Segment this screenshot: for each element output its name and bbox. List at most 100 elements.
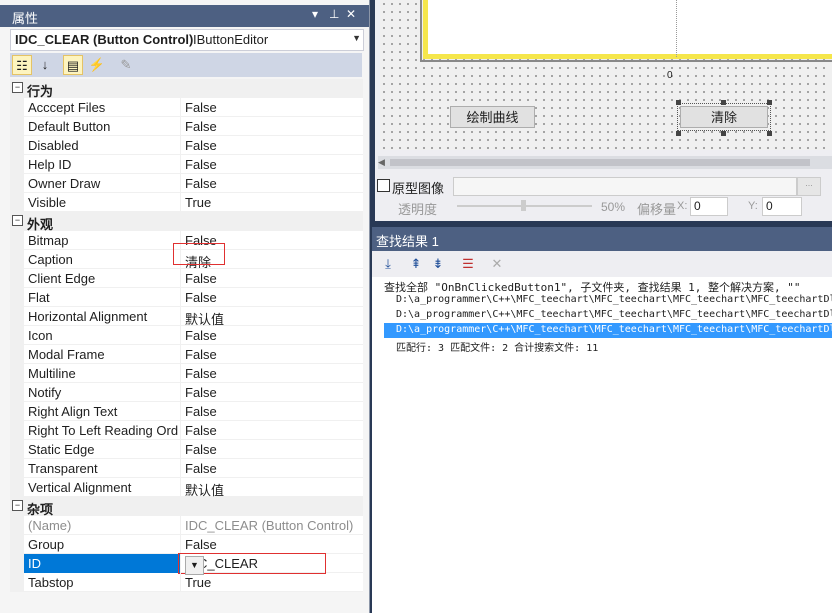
property-value-cell[interactable]: IDC_CLEAR (Button Control) xyxy=(180,516,364,535)
horizontal-scrollbar[interactable]: ◀ xyxy=(378,156,832,169)
scrollbar-thumb[interactable] xyxy=(390,159,810,166)
resize-handle[interactable] xyxy=(767,131,772,136)
resize-handle[interactable] xyxy=(676,100,681,105)
clear-all-icon[interactable]: ☰ xyxy=(458,254,478,274)
categorized-icon[interactable]: ☷ xyxy=(12,55,32,75)
find-results-list: 查找全部 "OnBnClickedButton1", 子文件夹, 查找结果 1,… xyxy=(372,277,832,357)
scroll-left-icon[interactable]: ◀ xyxy=(378,157,385,168)
property-row[interactable]: Owner Draw False xyxy=(10,174,363,193)
property-value-cell[interactable]: False xyxy=(180,98,364,117)
property-value-cell[interactable]: True xyxy=(180,193,364,212)
property-row[interactable]: ID IDC_CLEAR ▼ xyxy=(10,553,364,575)
property-value-cell[interactable]: False xyxy=(180,364,364,383)
next-result-icon[interactable]: ⇟ xyxy=(428,254,448,274)
property-row[interactable]: (Name) IDC_CLEAR (Button Control) xyxy=(10,516,363,535)
original-image-checkbox[interactable] xyxy=(377,179,390,192)
collapse-icon[interactable]: − xyxy=(12,215,23,226)
properties-title: 属性 xyxy=(12,11,39,26)
property-row[interactable]: Tabstop True xyxy=(10,573,363,592)
property-value-cell[interactable]: False xyxy=(180,174,364,193)
property-value-cell[interactable]: False xyxy=(180,421,364,440)
property-value-cell[interactable]: False xyxy=(180,136,364,155)
property-value-cell[interactable]: False xyxy=(180,269,364,288)
resize-handle[interactable] xyxy=(676,131,681,136)
property-category[interactable]: − 杂项 xyxy=(10,497,363,517)
browse-button[interactable]: ... xyxy=(797,177,821,196)
collapse-icon[interactable]: − xyxy=(12,82,23,93)
property-row[interactable]: Help ID False xyxy=(10,155,363,174)
property-row[interactable]: Group False xyxy=(10,535,363,554)
property-row[interactable]: Icon False xyxy=(10,326,363,345)
goto-location-icon[interactable]: ⤓ xyxy=(378,254,398,274)
row-gutter xyxy=(10,421,24,440)
property-row[interactable]: Disabled False xyxy=(10,136,363,155)
slider-thumb[interactable] xyxy=(521,200,526,211)
property-value-cell[interactable]: 清除 xyxy=(173,243,364,270)
dialog-design-surface: 0 绘制曲线 清除 xyxy=(380,0,832,150)
property-value-cell[interactable]: False xyxy=(180,535,364,554)
property-row[interactable]: Right Align Text False xyxy=(10,402,363,421)
previous-result-icon[interactable]: ⇞ xyxy=(406,254,426,274)
property-value-cell[interactable]: True xyxy=(180,573,364,592)
offset-label: 偏移量 xyxy=(637,202,677,217)
property-value-cell[interactable]: 默认值 xyxy=(180,307,364,327)
property-row[interactable]: Flat False xyxy=(10,288,363,307)
property-category[interactable]: − 行为 xyxy=(10,79,363,99)
stop-find-icon[interactable]: ✕ xyxy=(487,254,507,274)
property-value-cell[interactable]: False xyxy=(180,288,364,307)
property-row[interactable]: Transparent False xyxy=(10,459,363,478)
draw-curve-button[interactable]: 绘制曲线 xyxy=(450,106,535,128)
property-value-cell[interactable]: False xyxy=(180,345,364,364)
offset-y-input[interactable]: 0 xyxy=(762,197,802,216)
result-line[interactable]: D:\a_programmer\C++\MFC_teechart\MFC_tee… xyxy=(396,324,832,335)
row-gutter xyxy=(10,231,24,250)
property-row[interactable]: Modal Frame False xyxy=(10,345,363,364)
property-value-cell[interactable]: False xyxy=(180,326,364,345)
property-value-cell[interactable]: False xyxy=(180,383,364,402)
property-value-cell[interactable]: False xyxy=(180,459,364,478)
property-value-cell[interactable]: IDC_CLEAR ▼ xyxy=(178,553,364,575)
property-category[interactable]: − 外观 xyxy=(10,212,363,232)
property-row[interactable]: Acccept Files False xyxy=(10,98,363,117)
property-name: Flat xyxy=(28,290,50,305)
property-value-cell[interactable]: 默认值 xyxy=(180,478,364,498)
resize-handle[interactable] xyxy=(767,100,772,105)
property-row[interactable]: Default Button False xyxy=(10,117,363,136)
properties-icon[interactable]: ▤ xyxy=(63,55,83,75)
property-value-cell[interactable]: False xyxy=(180,402,364,421)
property-row[interactable]: Multiline False xyxy=(10,364,363,383)
result-line[interactable]: D:\a_programmer\C++\MFC_teechart\MFC_tee… xyxy=(396,309,832,320)
image-path-field[interactable] xyxy=(453,177,797,196)
resize-handle[interactable] xyxy=(721,131,726,136)
property-pages-icon[interactable]: ✎ xyxy=(116,55,136,75)
property-row[interactable]: Right To Left Reading Ord False xyxy=(10,421,363,440)
properties-panel: 属性 ▾ ⊥ ✕ IDC_CLEAR (Button Control) IBut… xyxy=(0,0,370,613)
close-icon[interactable]: ✕ xyxy=(346,7,356,21)
transparency-slider[interactable] xyxy=(457,200,592,211)
result-line[interactable]: D:\a_programmer\C++\MFC_teechart\MFC_tee… xyxy=(396,294,832,305)
chevron-down-icon[interactable]: ▼ xyxy=(352,33,361,43)
property-row[interactable]: Visible True xyxy=(10,193,363,212)
property-name: Default Button xyxy=(28,119,111,134)
property-value-cell[interactable]: False xyxy=(180,440,364,459)
alphabetical-icon[interactable]: ↓ xyxy=(35,55,55,75)
property-row[interactable]: Vertical Alignment 默认值 xyxy=(10,478,364,498)
property-row[interactable]: Static Edge False xyxy=(10,440,363,459)
offset-x-input[interactable]: 0 xyxy=(690,197,728,216)
property-row[interactable]: Horizontal Alignment 默认值 xyxy=(10,307,364,327)
property-value-cell[interactable]: False xyxy=(180,117,364,136)
object-selector[interactable]: IDC_CLEAR (Button Control) IButtonEditor… xyxy=(10,29,364,51)
property-row[interactable]: Caption 清除 xyxy=(10,243,364,270)
property-row[interactable]: Notify False xyxy=(10,383,363,402)
clear-button[interactable]: 清除 xyxy=(677,103,771,131)
property-row[interactable]: Client Edge False xyxy=(10,269,363,288)
events-icon[interactable]: ⚡ xyxy=(87,55,107,75)
property-value: False xyxy=(185,461,217,476)
property-name: Tabstop xyxy=(28,575,74,590)
chart-control[interactable] xyxy=(420,0,832,62)
pin-icon[interactable]: ⊥ xyxy=(329,7,339,21)
property-value-cell[interactable]: False xyxy=(180,155,364,174)
resize-handle[interactable] xyxy=(721,100,726,105)
collapse-icon[interactable]: − xyxy=(12,500,23,511)
dropdown-icon[interactable]: ▾ xyxy=(312,7,318,21)
